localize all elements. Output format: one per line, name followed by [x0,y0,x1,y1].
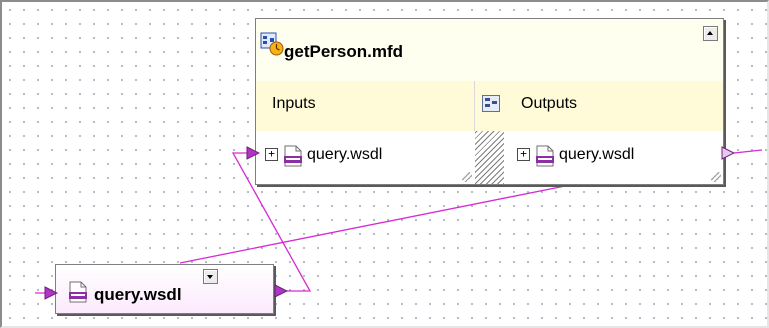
divider-hatch [475,131,504,184]
expand-icon[interactable]: + [517,148,530,161]
column-swap-icon[interactable] [482,95,500,112]
outputs-header: Outputs [505,81,723,131]
dropdown-arrow-icon[interactable] [203,269,218,284]
wsdl-file-icon [69,281,87,303]
wsdl-file-icon [284,145,302,167]
function-component[interactable]: getPerson.mfd Inputs Outputs + query.wsd… [255,18,724,185]
function-title: getPerson.mfd [284,42,404,61]
collapse-up-icon[interactable] [703,26,718,41]
function-title-bar[interactable]: getPerson.mfd [256,19,723,81]
wsdl-file-icon [536,145,554,167]
source-title: query.wsdl [94,285,182,304]
input-item-label: query.wsdl [307,146,383,163]
outputs-label: Outputs [521,95,578,112]
source-component[interactable]: query.wsdl [55,264,274,314]
output-connector-icon[interactable] [721,146,735,160]
resize-grip[interactable] [462,172,472,182]
inputs-label: Inputs [272,95,316,112]
source-output-connector-icon[interactable] [274,284,288,298]
source-input-connector-icon[interactable] [44,286,58,300]
input-connector-icon[interactable] [246,146,260,160]
input-item-row[interactable]: + query.wsdl [256,131,474,184]
output-item-label: query.wsdl [559,146,635,163]
expand-icon[interactable]: + [265,148,278,161]
inputs-header: Inputs [256,81,474,131]
mapping-function-icon [260,32,284,56]
resize-grip[interactable] [711,172,721,182]
column-divider[interactable] [474,81,507,131]
output-item-row[interactable]: + query.wsdl [505,131,723,184]
